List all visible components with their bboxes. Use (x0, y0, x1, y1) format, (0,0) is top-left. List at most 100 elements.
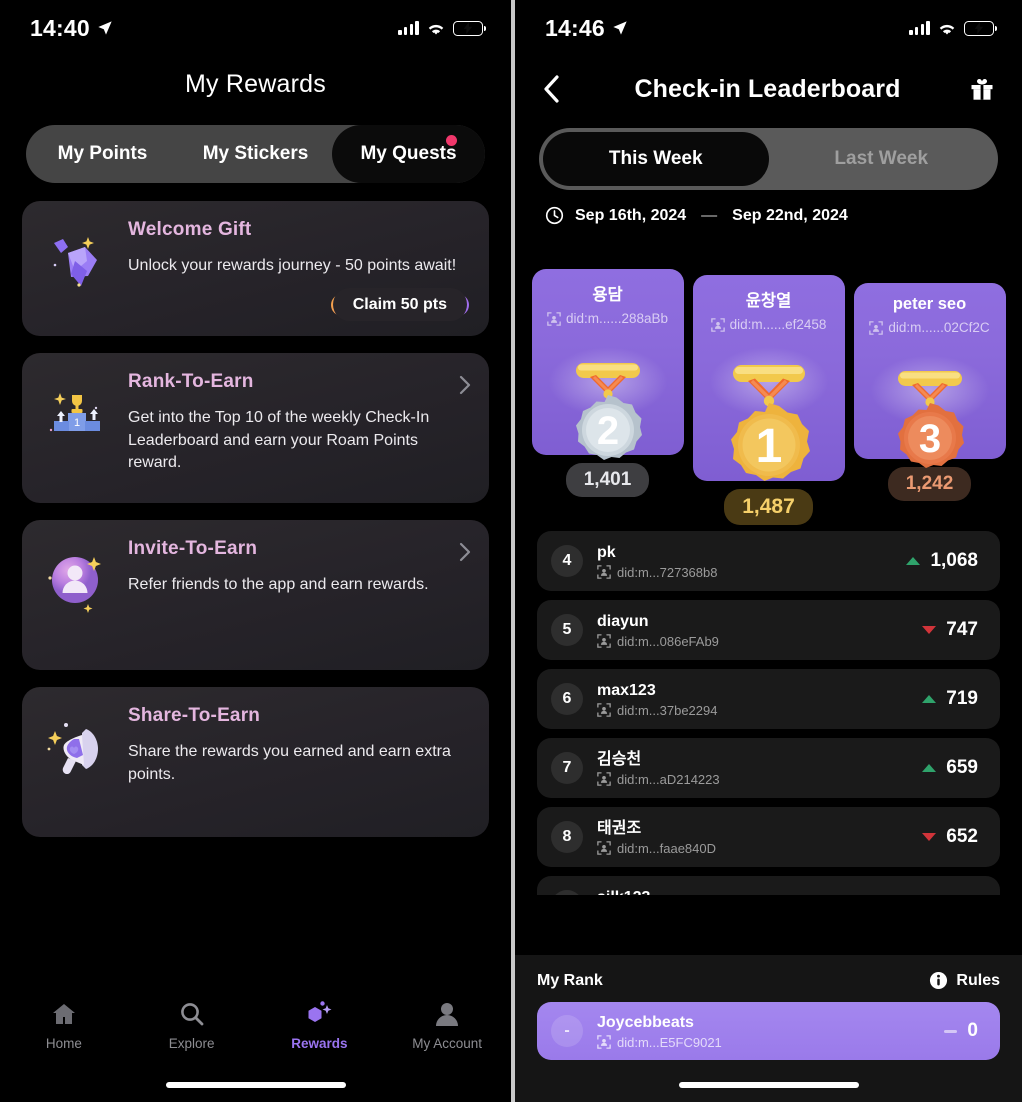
row-rank: 7 (551, 752, 583, 784)
tab-my-stickers[interactable]: My Stickers (179, 125, 332, 183)
wifi-icon (939, 24, 955, 34)
bottom-tab-bar: Home Explore Rewards My Account (0, 990, 511, 1102)
tab-rewards-label: Rewards (291, 1036, 348, 1051)
trend-up-icon (922, 695, 937, 703)
row-score: 659 (946, 757, 978, 778)
row-rank: 9 (551, 890, 583, 895)
did-badge-icon (547, 311, 561, 326)
row-score: 719 (946, 688, 978, 709)
claim-button-wrap: Claim 50 pts (128, 287, 469, 321)
podium-name: 용담 (592, 286, 623, 304)
tab-my-points[interactable]: My Points (26, 125, 179, 183)
quest-card-share-to-earn[interactable]: Share-To-Earn Share the rewards you earn… (22, 687, 489, 837)
svg-text:1: 1 (755, 420, 782, 473)
podium-entry-3[interactable]: peter seo did:m......02Cf2C 3 1,242 (853, 283, 1006, 501)
notification-dot-icon (446, 135, 457, 146)
status-time: 14:46 (545, 14, 605, 41)
did-badge-icon (710, 317, 725, 332)
quest-description: Share the rewards you earned and earn ex… (128, 743, 451, 783)
tab-last-week[interactable]: Last Week (769, 132, 995, 186)
tab-my-account[interactable]: My Account (383, 1000, 511, 1051)
week-tabs: This Week Last Week (539, 128, 998, 190)
svg-text:3: 3 (918, 417, 940, 461)
table-row[interactable]: 6 max123 did:m...37be2294 719 (537, 669, 1000, 729)
quest-card-rank-to-earn[interactable]: 1 Rank-To-Earn Get into the Top 10 of th… (22, 353, 489, 503)
table-row[interactable]: 4 pk did:m...727368b8 1,068 (537, 531, 1000, 591)
tab-my-stickers-label: My Stickers (202, 143, 309, 164)
podium-entry-1[interactable]: 윤창열 did:m......ef2458 1 1,487 (692, 275, 845, 525)
status-left-group: 14:40 (30, 15, 113, 42)
trend-down-icon (922, 626, 937, 634)
quest-title: Share-To-Earn (128, 705, 261, 726)
my-rank-score: 0 (967, 1020, 978, 1041)
row-did: did:m...086eFAb9 (597, 634, 922, 649)
gift-icon (971, 79, 993, 100)
gift-button[interactable] (968, 75, 996, 103)
megaphone-icon (47, 723, 98, 774)
podium-name: 윤창열 (745, 292, 792, 310)
trend-up-icon (922, 764, 937, 772)
back-button[interactable] (541, 73, 567, 105)
quest-list: Welcome Gift Unlock your rewards journey… (0, 183, 511, 837)
quest-description: Get into the Top 10 of the weekly Check-… (128, 409, 430, 472)
rules-button[interactable]: Rules (929, 971, 1000, 990)
row-score: 652 (946, 826, 978, 847)
row-did-text: did:m...727368b8 (617, 564, 718, 580)
table-row[interactable]: 7 김승천 did:m...aD214223 659 (537, 738, 1000, 798)
chevron-right-icon[interactable] (459, 542, 471, 562)
cellular-signal-icon (909, 21, 930, 35)
tab-home[interactable]: Home (0, 1000, 128, 1051)
claim-points-button[interactable]: Claim 50 pts (330, 287, 469, 321)
row-did-text: did:m...37be2294 (617, 702, 718, 718)
screenshot-stage: 14:40 My Rewards My Points My Stickers M… (0, 0, 1022, 1102)
row-did: did:m...727368b8 (597, 565, 906, 580)
info-icon (930, 971, 948, 990)
table-row[interactable]: 9 silk123 did:m...C0CA0635 631 (537, 876, 1000, 895)
rules-label: Rules (956, 971, 1000, 989)
tab-my-quests[interactable]: My Quests (332, 125, 485, 183)
cellular-signal-icon (398, 21, 419, 35)
podium-entry-2[interactable]: 용담 did:m......288aBb 2 1,401 (531, 269, 684, 497)
status-bar-right: 14:46 (515, 0, 1022, 56)
did-badge-icon (597, 634, 611, 648)
row-did: did:m...aD214223 (597, 772, 922, 787)
chevron-right-icon[interactable] (459, 375, 471, 395)
leaderboard-rows-scroll[interactable]: 4 pk did:m...727368b8 1,068 5 diayun did… (515, 525, 1022, 895)
tab-my-points-label: My Points (57, 143, 148, 164)
quest-title: Welcome Gift (128, 219, 252, 240)
quest-card-invite-to-earn[interactable]: Invite-To-Earn Refer friends to the app … (22, 520, 489, 670)
my-rank-title: My Rank (537, 971, 603, 989)
status-right-group (398, 20, 487, 36)
leaderboard-rows: 4 pk did:m...727368b8 1,068 5 diayun did… (515, 525, 1022, 895)
status-left-group: 14:46 (545, 15, 628, 42)
gold-medal-icon: 1 (730, 365, 810, 481)
quest-title: Rank-To-Earn (128, 371, 254, 392)
row-score-group: 652 (922, 826, 978, 848)
table-row[interactable]: 8 태권조 did:m...faae840D 652 (537, 807, 1000, 867)
row-score: 1,068 (930, 550, 978, 571)
battery-charging-icon (453, 20, 487, 36)
row-score-group: 719 (922, 688, 978, 710)
row-name: max123 (597, 681, 656, 699)
trend-down-icon (922, 833, 937, 841)
my-rank-row[interactable]: - Joycebbeats did:m...E5FC9021 0 (537, 1002, 1000, 1060)
svg-text:1: 1 (74, 417, 80, 429)
did-badge-icon (597, 772, 611, 786)
row-did: did:m...faae840D (597, 841, 922, 856)
row-user: 김승천 did:m...aD214223 (597, 750, 922, 787)
did-badge-icon (869, 320, 884, 335)
table-row[interactable]: 5 diayun did:m...086eFAb9 747 (537, 600, 1000, 660)
location-arrow-icon (613, 21, 627, 35)
podium-card-2: 용담 did:m......288aBb 2 (531, 269, 684, 460)
page-title: Check-in Leaderboard (634, 74, 901, 103)
row-user: max123 did:m...37be2294 (597, 681, 922, 718)
tab-this-week-label: This Week (608, 148, 703, 169)
tab-this-week[interactable]: This Week (543, 132, 769, 186)
date-range-dash: — (701, 206, 718, 224)
tab-explore[interactable]: Explore (128, 1000, 256, 1051)
tab-rewards[interactable]: Rewards (256, 1000, 384, 1051)
quest-card-welcome-gift[interactable]: Welcome Gift Unlock your rewards journey… (22, 201, 489, 336)
row-name: pk (597, 543, 616, 561)
row-rank: 8 (551, 821, 583, 853)
row-score-group: 747 (922, 619, 978, 641)
